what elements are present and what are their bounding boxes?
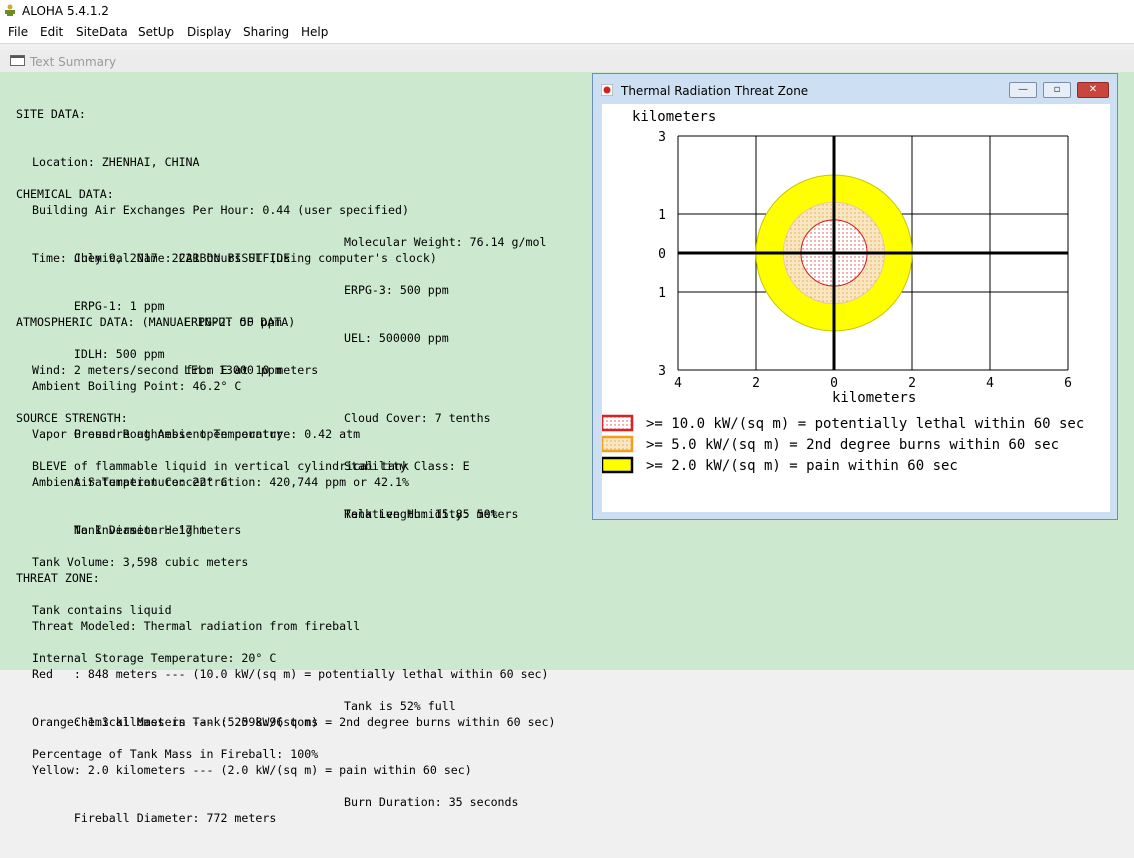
orange-zone-line: Orange: 1.3 kilometers --- (5.0 kW/(sq m… <box>32 715 556 729</box>
close-button[interactable]: ✕ <box>1077 82 1109 98</box>
x-tick-label: 2 <box>752 376 760 391</box>
bleve-line: BLEVE of flammable liquid in vertical cy… <box>32 459 409 473</box>
menu-help[interactable]: Help <box>299 25 330 39</box>
legend-swatch-red <box>600 414 634 432</box>
threat-zone-window-icon <box>601 84 613 96</box>
x-tick-label: 4 <box>674 376 682 391</box>
app-title: ALOHA 5.4.1.2 <box>22 4 109 18</box>
legend-swatch-yellow <box>600 456 634 474</box>
text-summary-title: Text Summary <box>30 55 117 69</box>
x-tick-label: 0 <box>830 376 838 391</box>
threat-zone-window-title: Thermal Radiation Threat Zone <box>621 84 809 98</box>
legend-label-orange: >= 5.0 kW/(sq m) = 2nd degree burns with… <box>646 437 1059 453</box>
y-tick-label: 3 <box>658 364 666 379</box>
y-tick-label: 0 <box>658 247 666 262</box>
legend-label-yellow: >= 2.0 kW/(sq m) = pain within 60 sec <box>646 458 958 474</box>
section-heading: ATMOSPHERIC DATA: (MANUAL INPUT OF DATA) <box>16 315 296 329</box>
menu-bar: File Edit SiteData SetUp Display Sharing… <box>0 23 1134 44</box>
section-heading: CHEMICAL DATA: <box>16 187 114 201</box>
menu-display[interactable]: Display <box>185 25 233 39</box>
aloha-app-icon <box>5 4 15 16</box>
app-title-bar: ALOHA 5.4.1.2 <box>0 0 1134 23</box>
threat-modeled-line: Threat Modeled: Thermal radiation from f… <box>32 619 361 633</box>
fireball-diameter: Fireball Diameter: 772 meters <box>73 811 277 825</box>
legend-swatch-orange <box>600 435 634 453</box>
menu-setup[interactable]: SetUp <box>136 25 176 39</box>
menu-sitedata[interactable]: SiteData <box>74 25 130 39</box>
text-summary-title-bar[interactable]: Text Summary <box>0 50 1134 72</box>
menu-file[interactable]: File <box>6 25 30 39</box>
restore-button[interactable]: ▫ <box>1043 82 1071 98</box>
threat-zone-section: THREAT ZONE: Threat Modeled: Thermal rad… <box>16 538 556 810</box>
y-tick-label: 3 <box>658 130 666 145</box>
section-heading: SOURCE STRENGTH: <box>16 411 128 425</box>
tank-length: Tank Length: 15.85 meters <box>344 507 519 521</box>
y-tick-label: 1 <box>658 208 666 223</box>
yellow-zone-line: Yellow: 2.0 kilometers --- (2.0 kW/(sq m… <box>32 763 472 777</box>
window-icon <box>10 55 25 66</box>
menu-sharing[interactable]: Sharing <box>241 25 291 39</box>
minimize-button[interactable]: — <box>1009 82 1037 98</box>
molecular-weight: Molecular Weight: 76.14 g/mol <box>344 235 547 249</box>
legend-label-red: >= 10.0 kW/(sq m) = potentially lethal w… <box>646 416 1084 432</box>
threat-zone-plot-area: kilometers kilometers 4 2 0 2 4 6 3 1 0 1 3 >= 10.… <box>600 104 1110 512</box>
y-tick-label: 1 <box>658 286 666 301</box>
wind-line: Wind: 2 meters/second from E at 10 meter… <box>32 363 319 377</box>
chemical-name: Chemical Name: CARBON BISULFIDE <box>73 251 291 265</box>
x-axis-label: kilometers <box>832 390 916 406</box>
erpg3: ERPG-3: 500 ppm <box>344 283 449 297</box>
uel: UEL: 500000 ppm <box>344 331 449 345</box>
x-tick-label: 4 <box>986 376 994 391</box>
x-tick-label: 2 <box>908 376 916 391</box>
y-axis-label: kilometers <box>632 109 716 125</box>
threat-zone-window[interactable]: Thermal Radiation Threat Zone — ▫ ✕ kilo… <box>592 73 1118 520</box>
section-heading: SITE DATA: <box>16 107 86 121</box>
menu-edit[interactable]: Edit <box>38 25 65 39</box>
threat-zone-chart: kilometers kilometers 4 2 0 2 4 6 3 1 0 1 3 >= 10.… <box>600 109 1084 474</box>
tank-diameter: Tank Diameter: 17 meters <box>73 523 242 537</box>
section-heading: THREAT ZONE: <box>16 571 100 585</box>
x-tick-label: 6 <box>1064 376 1072 391</box>
red-zone-line: Red : 848 meters --- (10.0 kW/(sq m) = p… <box>32 667 549 681</box>
